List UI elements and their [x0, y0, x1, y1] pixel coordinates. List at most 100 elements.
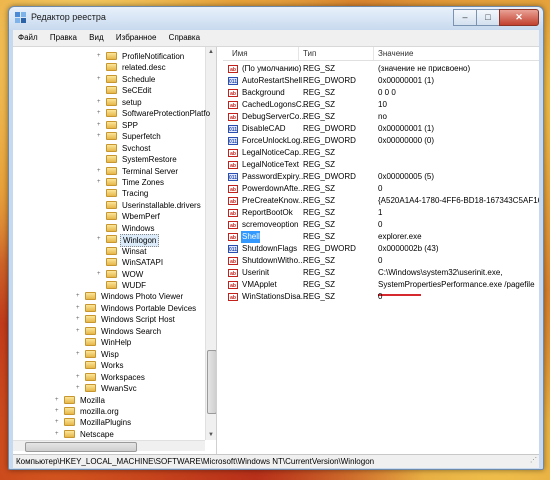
expand-icon[interactable]: +	[76, 383, 84, 394]
scroll-up-icon[interactable]: ▲	[206, 47, 216, 57]
value-row[interactable]: ab scremoveoption REG_SZ 0	[223, 219, 539, 231]
tree-item[interactable]: SeCEdit	[97, 85, 153, 96]
expand-icon[interactable]: +	[97, 51, 105, 62]
value-row[interactable]: ab CachedLogonsC... REG_SZ 10	[223, 99, 539, 111]
value-row[interactable]: ab LegalNoticeText REG_SZ	[223, 159, 539, 171]
tree-item[interactable]: + Netscape	[55, 429, 116, 440]
expand-icon[interactable]: +	[97, 234, 105, 245]
tree-hscroll-thumb[interactable]	[25, 442, 137, 452]
expand-icon[interactable]: +	[55, 417, 63, 428]
value-row[interactable]: 011 PasswordExpiry... REG_DWORD 0x00000005 …	[223, 171, 539, 183]
column-name-header[interactable]: Имя	[232, 49, 248, 58]
tree-item[interactable]: Winsat	[97, 246, 148, 257]
tree-vertical-scrollbar[interactable]: ▲ ▼	[205, 47, 216, 440]
value-row[interactable]: 011 ForceUnlockLog... REG_DWORD 0x00000000 …	[223, 135, 539, 147]
maximize-button[interactable]: □	[476, 9, 500, 26]
column-value-header[interactable]: Значение	[378, 49, 413, 58]
status-path: Компьютер\HKEY_LOCAL_MACHINE\SOFTWARE\Mi…	[16, 457, 375, 466]
tree-item-label: Netscape	[80, 429, 114, 439]
value-row[interactable]: ab ShutdownWitho... REG_SZ 0	[223, 255, 539, 267]
value-row[interactable]: ab DebugServerCo... REG_SZ no	[223, 111, 539, 123]
value-row[interactable]: ab PowerdownAfte... REG_SZ 0	[223, 183, 539, 195]
expand-icon[interactable]: +	[97, 97, 105, 108]
expand-icon[interactable]: +	[97, 120, 105, 131]
expand-icon[interactable]: +	[76, 326, 84, 337]
binary-value-icon: 011	[228, 137, 238, 145]
tree-item[interactable]: + Time Zones	[97, 177, 166, 188]
value-data: 0x0000002b (43)	[378, 244, 439, 253]
tree-item[interactable]: + Terminal Server	[97, 166, 180, 177]
value-row[interactable]: 011 AutoRestartShell REG_DWORD 0x00000001 (…	[223, 75, 539, 87]
tree-item-label: SoftwareProtectionPlatfo	[122, 109, 211, 119]
tree-item[interactable]: + Windows Photo Viewer	[76, 291, 185, 302]
tree-item[interactable]: WinHelp	[76, 337, 133, 348]
close-button[interactable]: ✕	[499, 9, 539, 26]
tree-item[interactable]: + setup	[97, 97, 144, 108]
menu-favorites[interactable]: Избранное	[111, 30, 162, 42]
tree-item[interactable]: + ProfileNotification	[97, 51, 186, 62]
tree-scroll-thumb[interactable]	[207, 350, 216, 414]
tree-item[interactable]: + Wisp	[76, 349, 121, 360]
tree-item[interactable]: Userinstallable.drivers	[97, 200, 203, 211]
tree-item[interactable]: + SoftwareProtectionPlatfo	[97, 108, 212, 119]
value-row[interactable]: ab Userinit REG_SZ C:\Windows\system32\user…	[223, 267, 539, 279]
value-row[interactable]: ab ReportBootOk REG_SZ 1	[223, 207, 539, 219]
tree-item[interactable]: + WwanSvc	[76, 383, 139, 394]
value-row[interactable]: 011 DisableCAD REG_DWORD 0x00000001 (1)	[223, 123, 539, 135]
tree-horizontal-scrollbar[interactable]	[13, 440, 205, 452]
menu-help[interactable]: Справка	[164, 30, 205, 42]
expand-icon[interactable]: +	[76, 291, 84, 302]
value-name: ShutdownFlags	[242, 244, 298, 253]
expand-icon[interactable]: +	[76, 372, 84, 383]
tree-item[interactable]: related.desc	[97, 62, 168, 73]
tree-item[interactable]: + mozilla.org	[55, 406, 121, 417]
tree-item[interactable]: + Windows Portable Devices	[76, 303, 198, 314]
menu-file[interactable]: Файл	[13, 30, 43, 42]
expand-icon[interactable]: +	[55, 406, 63, 417]
expand-icon[interactable]: +	[97, 108, 105, 119]
tree-item[interactable]: + Schedule	[97, 74, 157, 85]
expand-icon[interactable]: +	[97, 131, 105, 142]
value-row[interactable]: 011 ShutdownFlags REG_DWORD 0x0000002b (43)	[223, 243, 539, 255]
tree-item[interactable]: + MozillaPlugins	[55, 417, 133, 428]
value-row[interactable]: ab (По умолчанию) REG_SZ (значение не присв…	[223, 63, 539, 75]
value-row[interactable]: ab Shell REG_SZ explorer.exe	[223, 231, 539, 243]
expand-icon[interactable]: +	[97, 269, 105, 280]
resize-grip-icon[interactable]: ⋰	[530, 455, 537, 467]
tree-item[interactable]: + Mozilla	[55, 395, 107, 406]
value-row[interactable]: ab LegalNoticeCap... REG_SZ	[223, 147, 539, 159]
tree-item[interactable]: + Winlogon	[97, 234, 160, 248]
value-row[interactable]: ab WinStationsDisa... REG_SZ 0	[223, 291, 539, 303]
scroll-down-icon[interactable]: ▼	[206, 430, 216, 440]
tree-item[interactable]: + Workspaces	[76, 372, 147, 383]
menu-edit[interactable]: Правка	[45, 30, 82, 42]
expand-icon[interactable]: +	[97, 166, 105, 177]
tree-item[interactable]: WinSATAPI	[97, 257, 165, 268]
column-type-header[interactable]: Тип	[303, 49, 316, 58]
tree-item[interactable]: + Superfetch	[97, 131, 163, 142]
expand-icon[interactable]: +	[97, 177, 105, 188]
tree-item[interactable]: SystemRestore	[97, 154, 179, 165]
tree-item[interactable]: WbemPerf	[97, 211, 162, 222]
expand-icon[interactable]: +	[76, 303, 84, 314]
expand-icon[interactable]: +	[55, 395, 63, 406]
tree-item[interactable]: Tracing	[97, 188, 150, 199]
expand-icon[interactable]: +	[76, 314, 84, 325]
tree-item[interactable]: + SPP	[97, 120, 140, 131]
value-row[interactable]: ab Background REG_SZ 0 0 0	[223, 87, 539, 99]
tree-item[interactable]: Works	[76, 360, 126, 371]
expand-icon[interactable]: +	[76, 349, 84, 360]
tree-item[interactable]: + Windows Search	[76, 326, 163, 337]
minimize-button[interactable]: –	[453, 9, 477, 26]
tree-item[interactable]: + WOW	[97, 269, 145, 280]
tree-item[interactable]: + Windows Script Host	[76, 314, 177, 325]
menu-view[interactable]: Вид	[84, 30, 108, 42]
value-row[interactable]: ab VMApplet REG_SZ SystemPropertiesPerforma…	[223, 279, 539, 291]
title-bar[interactable]: Редактор реестра – □ ✕	[9, 7, 543, 29]
tree-item[interactable]: Svchost	[97, 143, 152, 154]
tree-item[interactable]: Windows	[97, 223, 156, 234]
tree-item[interactable]: WUDF	[97, 280, 148, 291]
expand-icon[interactable]: +	[55, 429, 63, 440]
expand-icon[interactable]: +	[97, 74, 105, 85]
value-row[interactable]: ab PreCreateKnow... REG_SZ {A520A1A4-1780-4…	[223, 195, 539, 207]
